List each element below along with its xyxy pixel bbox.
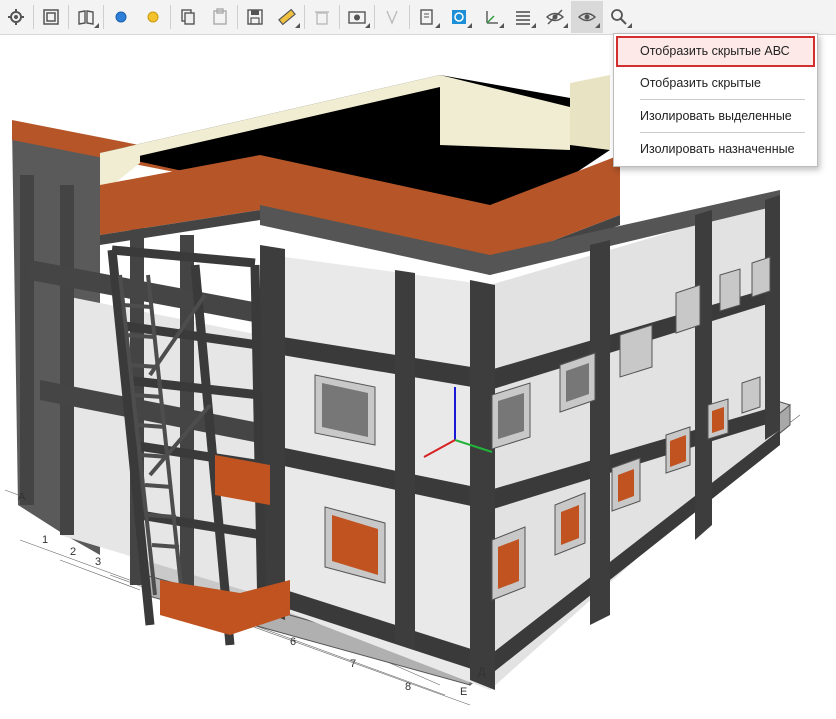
show-button[interactable] xyxy=(571,1,603,33)
camera-button[interactable] xyxy=(341,1,373,33)
eye-icon xyxy=(577,12,597,22)
dropdown-arrow-icon xyxy=(467,23,472,28)
trash-icon xyxy=(315,11,329,25)
save-view-button[interactable] xyxy=(239,1,271,33)
toolbar-separator xyxy=(374,5,375,29)
search-icon xyxy=(611,9,627,25)
show-dropdown-menu: Отобразить скрытые АВС Отобразить скрыты… xyxy=(613,33,818,167)
blue-dot-button[interactable] xyxy=(105,1,137,33)
parapet-tower xyxy=(570,75,610,150)
paste-icon xyxy=(213,8,227,25)
render-icon xyxy=(452,10,466,24)
toolbar-separator xyxy=(304,5,305,29)
report-button[interactable] xyxy=(411,1,443,33)
toolbar-separator xyxy=(68,5,69,29)
menu-item-isolate-selected[interactable]: Изолировать выделенные xyxy=(614,100,817,132)
frame-button[interactable] xyxy=(35,1,67,33)
dropdown-arrow-icon xyxy=(563,23,568,28)
frame-icon xyxy=(43,9,59,25)
axes-icon xyxy=(486,11,498,24)
toolbar-separator xyxy=(33,5,34,29)
search-button[interactable] xyxy=(603,1,635,33)
gear-icon xyxy=(8,9,24,25)
toolbar-separator xyxy=(103,5,104,29)
dropdown-arrow-icon xyxy=(94,23,99,28)
grid-label: Д xyxy=(478,666,486,678)
menu-item-show-hidden[interactable]: Отобразить скрытые xyxy=(614,67,817,99)
grid-label: 7 xyxy=(350,658,356,670)
render-button[interactable] xyxy=(443,1,475,33)
grid-label: А xyxy=(18,491,26,503)
copy-icon xyxy=(181,9,195,25)
list-button[interactable] xyxy=(507,1,539,33)
dropdown-arrow-icon xyxy=(499,23,504,28)
hide-button[interactable] xyxy=(539,1,571,33)
parapet-back-right xyxy=(440,75,570,150)
copy-button[interactable] xyxy=(172,1,204,33)
blue-circle-icon xyxy=(115,11,127,23)
menu-item-show-hidden-abc[interactable]: Отобразить скрытые АВС xyxy=(616,36,815,67)
camera-icon xyxy=(348,11,366,24)
dropdown-arrow-icon xyxy=(627,23,632,28)
toolbar-separator xyxy=(339,5,340,29)
book-button[interactable] xyxy=(70,1,102,33)
menu-item-isolate-assigned[interactable]: Изолировать назначенные xyxy=(614,133,817,165)
grid-label: 6 xyxy=(290,636,296,648)
figure-icon xyxy=(386,10,398,25)
toolbar-separator xyxy=(170,5,171,29)
grid-label: Е xyxy=(460,686,467,698)
yellow-circle-icon xyxy=(147,11,159,23)
save-icon xyxy=(247,9,263,25)
dropdown-arrow-icon xyxy=(365,23,370,28)
settings-button[interactable] xyxy=(0,1,32,33)
dropdown-arrow-icon xyxy=(435,23,440,28)
delete-button[interactable] xyxy=(306,1,338,33)
dropdown-arrow-icon xyxy=(595,23,600,28)
dropdown-arrow-icon xyxy=(295,23,300,28)
ruler-icon xyxy=(278,8,296,26)
toolbar-separator xyxy=(237,5,238,29)
axes-button[interactable] xyxy=(475,1,507,33)
report-icon xyxy=(420,9,433,25)
toolbar-separator xyxy=(409,5,410,29)
paste-button[interactable] xyxy=(204,1,236,33)
figure-button[interactable] xyxy=(376,1,408,33)
eye-hidden-icon xyxy=(545,9,565,25)
grid-label: 1 xyxy=(42,534,48,546)
dropdown-arrow-icon xyxy=(531,23,536,28)
book-icon xyxy=(78,10,94,25)
toolbar xyxy=(0,0,836,35)
grid-label: 3 xyxy=(95,556,101,568)
list-icon xyxy=(516,11,530,25)
yellow-dot-button[interactable] xyxy=(137,1,169,33)
grid-label: 8 xyxy=(405,681,411,693)
measure-button[interactable] xyxy=(271,1,303,33)
grid-label: 2 xyxy=(70,546,76,558)
